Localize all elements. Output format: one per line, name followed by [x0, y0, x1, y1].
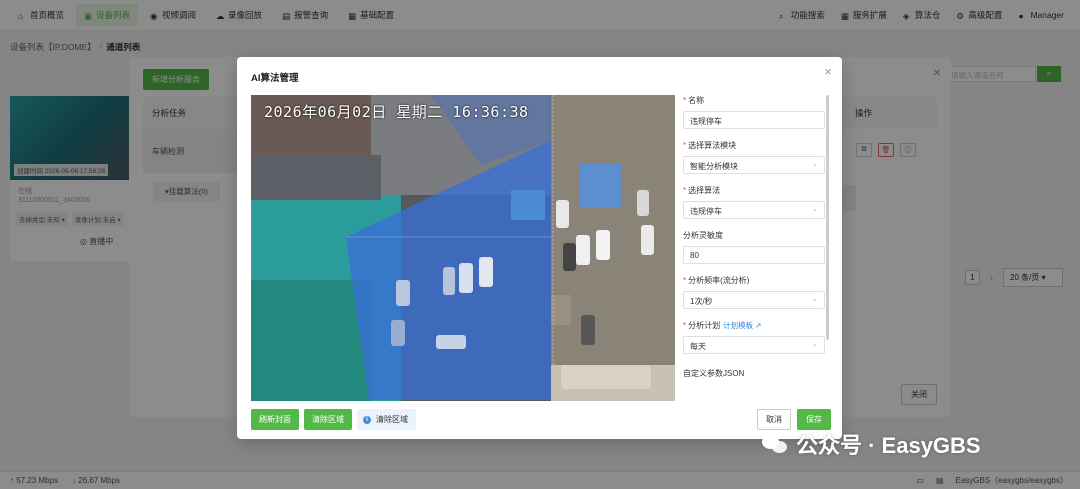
algorithm-form: * 名称 违规停车 * 选择算法模块 智能分析模块 ⌄ * 选择算法 违规停车 ⌄ 分析灵…: [683, 95, 828, 401]
info-icon: i: [363, 415, 371, 424]
chevron-down-icon: ⌄: [812, 296, 818, 303]
hint-text: 清除区域: [376, 415, 408, 424]
ai-algorithm-dialog: AI算法管理 × 2026年06月02日 星期二 16:36:38 刷新封面 清…: [237, 57, 842, 439]
module-label: * 选择算法模块: [683, 141, 737, 150]
wechat-logo-icon: [762, 433, 788, 455]
chevron-down-icon: ⌄: [812, 161, 818, 168]
cancel-button[interactable]: 取消: [757, 409, 791, 430]
sensitivity-input[interactable]: 80: [683, 246, 825, 264]
clear-region-hint: i 清除区域: [357, 409, 416, 430]
algorithm-label: * 选择算法: [683, 186, 721, 195]
wechat-watermark: 公众号 · EasyGBS: [762, 428, 981, 460]
sensitivity-label: 分析灵敏度: [683, 231, 723, 240]
plan-select[interactable]: 每天 ⌄: [683, 336, 825, 354]
frequency-label: * 分析频率(流分析): [683, 276, 750, 285]
algorithm-module-select[interactable]: 智能分析模块 ⌄: [683, 156, 825, 174]
form-scrollbar[interactable]: [826, 95, 829, 340]
plan-label: * 分析计划 计划模板 ↗: [683, 321, 762, 330]
custom-json-label: 自定义参数JSON: [683, 369, 745, 378]
close-icon[interactable]: ×: [824, 65, 832, 78]
name-input[interactable]: 违规停车: [683, 111, 825, 129]
video-frame[interactable]: 2026年06月02日 星期二 16:36:38: [251, 95, 675, 401]
watermark-text: 公众号 · EasyGBS: [796, 433, 981, 458]
refresh-cover-button[interactable]: 刷新封面: [251, 409, 299, 430]
video-timestamp: 2026年06月02日 星期二 16:36:38: [264, 103, 529, 121]
frequency-select[interactable]: 1次/秒 ⌄: [683, 291, 825, 309]
external-link-icon: ↗: [755, 321, 762, 330]
clear-region-button[interactable]: 清除区域: [304, 409, 352, 430]
camera-snapshot: [251, 95, 675, 401]
chevron-down-icon: ⌄: [812, 206, 818, 213]
chevron-down-icon: ⌄: [812, 341, 818, 348]
name-label: * 名称: [683, 96, 705, 105]
dialog-title: AI算法管理: [251, 73, 299, 84]
algorithm-select[interactable]: 违规停车 ⌄: [683, 201, 825, 219]
plan-template-link[interactable]: 计划模板 ↗: [723, 321, 761, 330]
save-button[interactable]: 保存: [797, 409, 831, 430]
